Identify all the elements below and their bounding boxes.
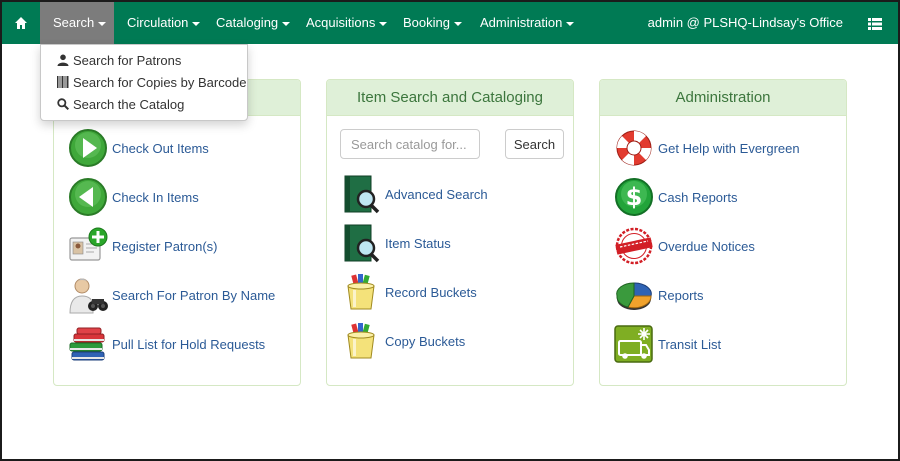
link-check-out-items[interactable]: Check Out Items xyxy=(68,128,209,168)
menu-item-search-copies-barcode[interactable]: Search for Copies by Barcode xyxy=(57,73,246,93)
link-register-patrons[interactable]: Register Patron(s) xyxy=(68,226,217,266)
link-label: Cash Reports xyxy=(658,189,738,205)
link-label: Get Help with Evergreen xyxy=(658,140,800,156)
cataloging-panel-heading: Item Search and Cataloging xyxy=(327,80,573,116)
link-label: Record Buckets xyxy=(385,284,477,300)
link-search-patron-by-name[interactable]: Search For Patron By Name xyxy=(68,275,275,315)
link-cash-reports[interactable]: $ Cash Reports xyxy=(614,177,737,217)
dollar-icon: $ xyxy=(615,178,653,216)
nav-cataloging-menu[interactable]: Cataloging xyxy=(216,2,291,44)
link-overdue-notices[interactable]: Overdue Notices xyxy=(614,226,755,266)
link-record-buckets[interactable]: Record Buckets xyxy=(341,272,477,312)
chevron-down-icon xyxy=(453,21,462,26)
check-out-icon xyxy=(69,129,107,167)
chevron-down-icon xyxy=(192,21,201,26)
transit-van-icon xyxy=(614,325,653,363)
link-label: Register Patron(s) xyxy=(112,238,218,254)
link-advanced-search[interactable]: Advanced Search xyxy=(341,174,488,214)
top-navbar: Search Circulation Cataloging Acquisitio… xyxy=(2,2,898,44)
user-location-label[interactable]: admin @ PLSHQ-Lindsay's Office xyxy=(648,2,843,44)
link-item-status[interactable]: Item Status xyxy=(341,223,451,263)
menu-item-search-patrons[interactable]: Search for Patrons xyxy=(57,51,181,71)
link-pull-list-hold-requests[interactable]: Pull List for Hold Requests xyxy=(68,324,265,364)
nav-booking-menu[interactable]: Booking xyxy=(403,2,462,44)
nav-circulation-label: Circulation xyxy=(127,15,189,30)
chevron-down-icon xyxy=(566,21,575,26)
overdue-stamp-icon xyxy=(615,227,653,265)
link-label: Advanced Search xyxy=(385,186,488,202)
check-in-icon xyxy=(69,178,107,216)
nav-acquisitions-menu[interactable]: Acquisitions xyxy=(306,2,388,44)
lifebuoy-icon xyxy=(616,130,652,166)
link-transit-list[interactable]: Transit List xyxy=(614,324,721,364)
circulation-panel: Check Out Items Check In Items Register … xyxy=(53,79,301,386)
books-icon xyxy=(69,327,105,361)
chevron-down-icon xyxy=(98,21,107,26)
link-reports[interactable]: Reports xyxy=(614,275,704,315)
pie-chart-icon xyxy=(616,282,652,310)
barcode-icon xyxy=(57,76,69,88)
link-label: Pull List for Hold Requests xyxy=(112,336,266,352)
administration-panel: Administration Get Help with Evergreen $… xyxy=(599,79,847,386)
chevron-down-icon xyxy=(379,21,388,26)
link-get-help-evergreen[interactable]: Get Help with Evergreen xyxy=(614,128,800,168)
menu-item-label: Search for Patrons xyxy=(73,53,182,68)
chevron-down-icon xyxy=(282,21,291,26)
link-label: Reports xyxy=(658,287,704,303)
home-icon[interactable] xyxy=(14,16,28,30)
link-label: Overdue Notices xyxy=(658,238,755,254)
nav-circulation-menu[interactable]: Circulation xyxy=(127,2,201,44)
advanced-search-icon xyxy=(344,175,380,214)
menu-item-label: Search for Copies by Barcode xyxy=(73,75,247,90)
record-bucket-icon xyxy=(347,274,375,310)
link-label: Item Status xyxy=(385,235,451,251)
magnifier-icon xyxy=(57,98,69,110)
item-status-icon xyxy=(344,224,380,263)
nav-acquisitions-label: Acquisitions xyxy=(306,15,376,30)
search-catalog-input[interactable] xyxy=(340,129,480,159)
link-label: Check In Items xyxy=(112,189,199,205)
copy-bucket-icon xyxy=(347,323,375,359)
menu-item-search-catalog[interactable]: Search the Catalog xyxy=(57,95,184,115)
nav-search-label: Search xyxy=(53,15,95,30)
link-label: Search For Patron By Name xyxy=(112,287,276,303)
link-label: Copy Buckets xyxy=(385,333,466,349)
link-copy-buckets[interactable]: Copy Buckets xyxy=(341,321,465,361)
nav-administration-label: Administration xyxy=(480,15,563,30)
patron-binoculars-icon xyxy=(69,278,108,314)
link-label: Transit List xyxy=(658,336,722,352)
search-dropdown-menu: Search for Patrons Search for Copies by … xyxy=(40,44,248,121)
menu-item-label: Search the Catalog xyxy=(73,97,185,112)
link-label: Check Out Items xyxy=(112,140,209,156)
list-icon[interactable] xyxy=(868,18,882,30)
nav-cataloging-label: Cataloging xyxy=(216,15,279,30)
search-catalog-button[interactable]: Search xyxy=(505,129,564,159)
item-search-cataloging-panel: Item Search and Cataloging Search Advanc… xyxy=(326,79,574,386)
nav-search-menu[interactable]: Search xyxy=(40,2,114,44)
user-icon xyxy=(57,54,69,66)
administration-panel-heading: Administration xyxy=(600,80,846,116)
svg-text:$: $ xyxy=(626,183,643,211)
nav-administration-menu[interactable]: Administration xyxy=(480,2,575,44)
register-patron-icon xyxy=(69,227,108,261)
nav-booking-label: Booking xyxy=(403,15,450,30)
link-check-in-items[interactable]: Check In Items xyxy=(68,177,199,217)
